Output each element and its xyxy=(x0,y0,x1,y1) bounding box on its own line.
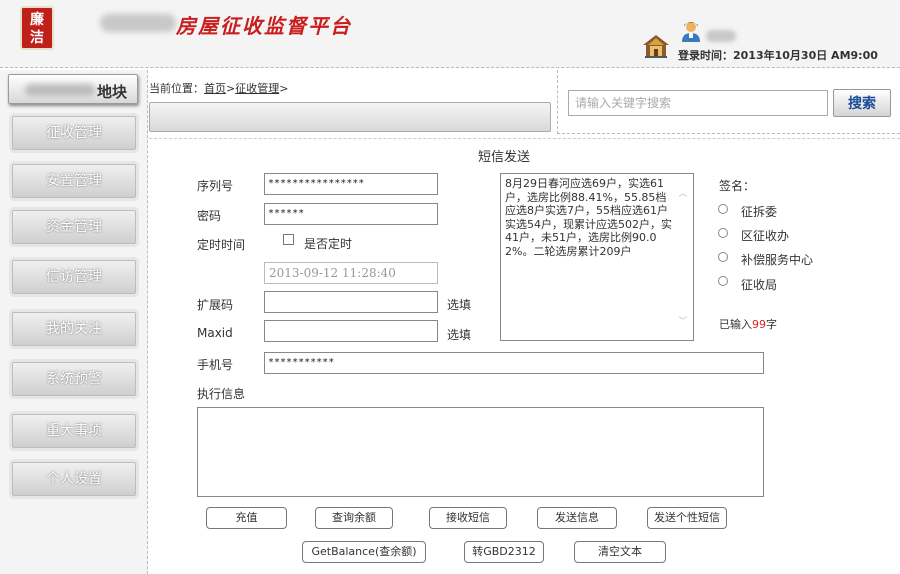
signature-radio-1[interactable] xyxy=(718,204,728,214)
breadcrumb-separator: > xyxy=(279,82,289,95)
block-name-redacted xyxy=(25,84,95,96)
logo-char-1: 廉 xyxy=(30,12,44,28)
user-avatar-icon xyxy=(682,22,700,42)
query-balance-button[interactable]: 查询余额 xyxy=(315,507,393,529)
breadcrumb: 当前位置：首页>征收管理> xyxy=(149,80,288,96)
password-label: 密码 xyxy=(197,209,222,223)
signature-radio-2[interactable] xyxy=(718,228,728,238)
ext-code-input[interactable] xyxy=(264,291,438,313)
block-title: 地块 xyxy=(8,74,138,104)
scroll-down-icon[interactable]: ﹀ xyxy=(677,314,689,327)
sidebar-item-personal-settings[interactable]: 个人设置 xyxy=(12,462,136,496)
maxid-hint: 选填 xyxy=(447,328,472,342)
signature-option-2: 区征收办 xyxy=(741,229,790,243)
page-title: 短信发送 xyxy=(478,150,531,165)
block-label: 地块 xyxy=(96,83,127,101)
ext-code-label: 扩展码 xyxy=(197,298,234,312)
schedule-checkbox[interactable] xyxy=(283,234,294,245)
breadcrumb-prefix: 当前位置： xyxy=(149,82,204,95)
signature-radio-4[interactable] xyxy=(718,276,728,286)
char-count-value: 99 xyxy=(752,318,766,331)
char-count-prefix: 已输入 xyxy=(719,318,752,331)
receive-sms-button[interactable]: 接收短信 xyxy=(429,507,507,529)
exec-info-label: 执行信息 xyxy=(197,387,246,401)
get-balance-button[interactable]: GetBalance(查余额) xyxy=(302,541,426,563)
signature-option-4: 征收局 xyxy=(741,278,778,292)
char-count-suffix: 字 xyxy=(766,318,777,331)
page-header: 廉 洁 房屋征收监督平台 登录时间：2013年10月30日 AM9:00 xyxy=(0,0,900,68)
breadcrumb-current-link[interactable]: 征收管理 xyxy=(235,82,279,95)
maxid-label: Maxid xyxy=(197,326,233,340)
sidebar-item-system-alert[interactable]: 系统预警 xyxy=(12,362,136,396)
login-time: 登录时间：2013年10月30日 AM9:00 xyxy=(678,49,878,62)
sidebar-item-expropriation[interactable]: 征收管理 xyxy=(12,116,136,150)
ext-code-hint: 选填 xyxy=(447,298,472,312)
search-button[interactable]: 搜索 xyxy=(833,89,891,117)
password-input[interactable]: ****** xyxy=(264,203,438,225)
recharge-button[interactable]: 充值 xyxy=(206,507,287,529)
char-count: 已输入99字 xyxy=(719,316,777,332)
sidebar-item-funds[interactable]: 资金管理 xyxy=(12,210,136,244)
sidebar-item-my-follow[interactable]: 我的关注 xyxy=(12,312,136,346)
maxid-input[interactable] xyxy=(264,320,438,342)
message-textarea[interactable]: 8月29日春河应选69户，实选61户，选房比例88.41%，55.85档应选8户… xyxy=(500,173,694,341)
sidebar-item-petition[interactable]: 信访管理 xyxy=(12,260,136,294)
serial-label: 序列号 xyxy=(197,179,234,193)
signature-radio-3[interactable] xyxy=(718,252,728,262)
sidebar-item-major-events[interactable]: 重大事项 xyxy=(12,414,136,448)
toolbar-bar xyxy=(149,102,551,132)
home-icon[interactable] xyxy=(642,33,670,59)
username-redacted xyxy=(706,30,736,42)
schedule-label: 定时时间 xyxy=(197,238,246,252)
clear-text-button[interactable]: 清空文本 xyxy=(574,541,666,563)
convert-encoding-button[interactable]: 转GBD2312 xyxy=(464,541,544,563)
datetime-input[interactable]: 2013-09-12 11:28:40 xyxy=(264,262,438,284)
scroll-up-icon[interactable]: ︿ xyxy=(677,186,689,199)
search-input[interactable] xyxy=(568,90,828,116)
signature-option-1: 征拆委 xyxy=(741,205,778,219)
title-redacted xyxy=(100,14,176,32)
sidebar-item-resettlement[interactable]: 安置管理 xyxy=(12,164,136,198)
divider xyxy=(149,138,900,139)
phone-label: 手机号 xyxy=(197,358,234,372)
site-title: 房屋征收监督平台 xyxy=(176,14,352,38)
signature-option-3: 补偿服务中心 xyxy=(741,253,814,267)
serial-input[interactable]: **************** xyxy=(264,173,438,195)
exec-info-textarea[interactable] xyxy=(197,407,764,497)
breadcrumb-separator: > xyxy=(226,82,236,95)
logo: 廉 洁 xyxy=(20,6,54,50)
send-personal-sms-button[interactable]: 发送个性短信 xyxy=(647,507,727,529)
send-info-button[interactable]: 发送信息 xyxy=(537,507,617,529)
sidebar: 地块 征收管理 安置管理 资金管理 信访管理 我的关注 系统预警 重大事项 个人… xyxy=(0,70,148,574)
message-text: 8月29日春河应选69户，实选61户，选房比例88.41%，55.85档应选8户… xyxy=(505,177,672,258)
phone-input[interactable]: *********** xyxy=(264,352,764,374)
logo-char-2: 洁 xyxy=(30,30,44,46)
signature-label: 签名： xyxy=(719,179,756,193)
breadcrumb-home-link[interactable]: 首页 xyxy=(204,82,226,95)
schedule-checkbox-label: 是否定时 xyxy=(304,237,353,251)
